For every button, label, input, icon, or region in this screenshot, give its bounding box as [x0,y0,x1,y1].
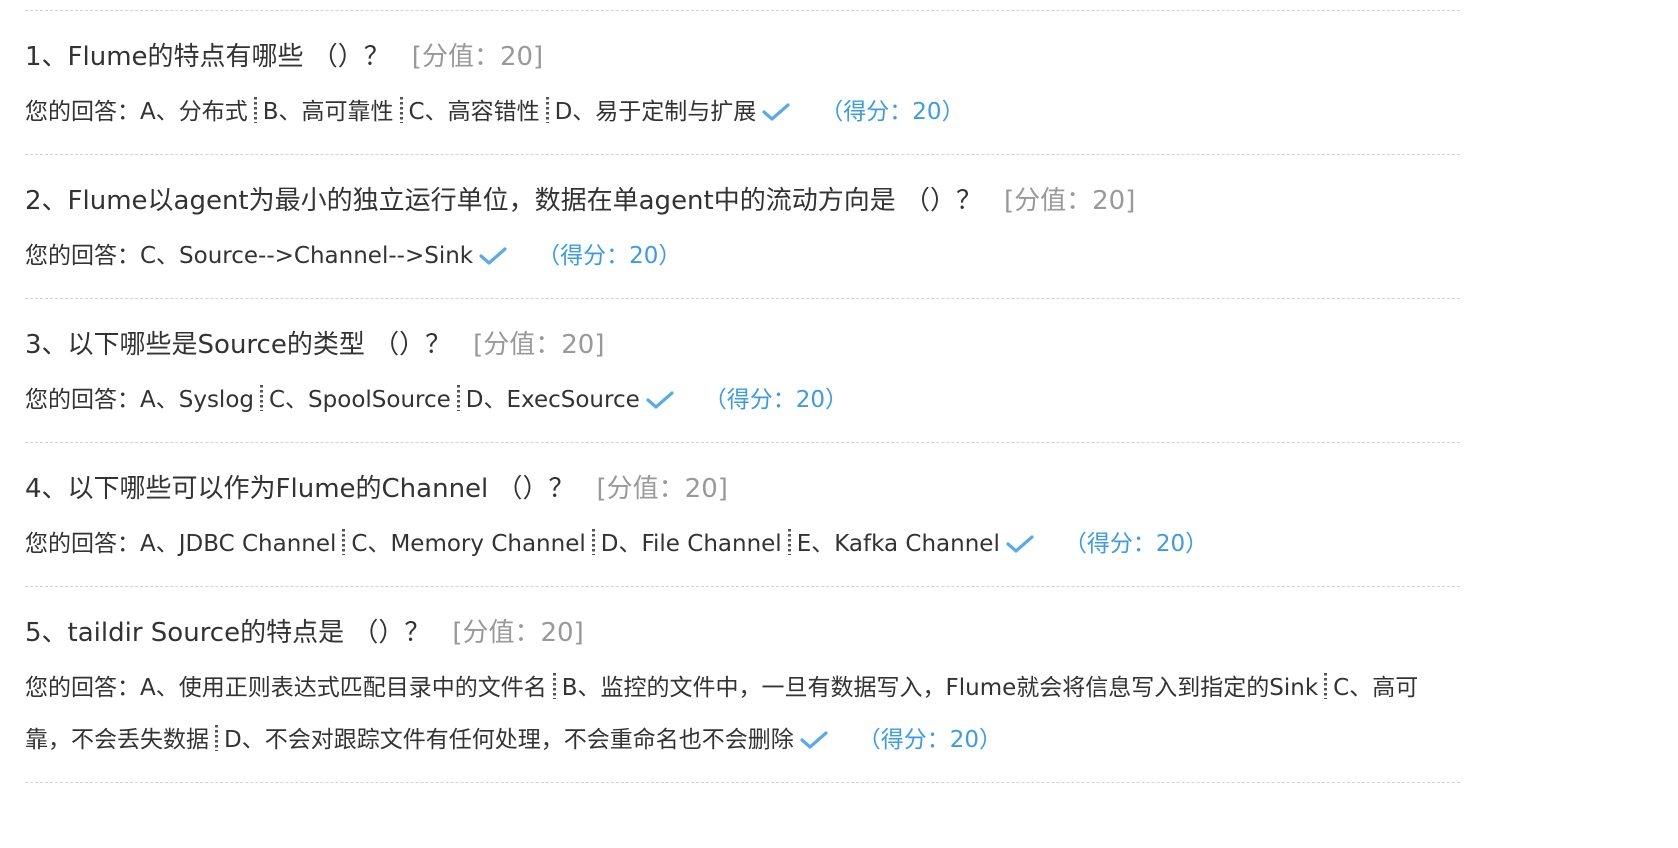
answer-line: 您的回答：A、Syslog C、SpoolSource D、ExecSource （得… [25,374,1460,426]
check-icon [1006,535,1034,553]
answer-option: A、JDBC Channel [140,531,337,557]
question-title: 3、以下哪些是Source的类型 （）？ [分值：20] [25,328,604,362]
option-separator [456,385,460,411]
option-separator [260,385,263,411]
divider [25,782,1460,783]
option-separator [787,529,791,555]
check-icon [762,103,790,121]
score-badge: （得分：20） [1063,531,1209,557]
answer-option: B、监控的文件中，一旦有数据写入，Flume就会将信息写入到指定的Sink [561,675,1319,701]
option-separator [253,97,257,123]
answer-prefix: 您的回答： [25,531,140,557]
answer-prefix: 您的回答： [25,243,140,269]
option-separator [591,529,595,555]
question-title: 1、Flume的特点有哪些 （）？ [分值：20] [25,40,543,74]
answer-line: 您的回答：A、分布式 B、高可靠性 C、高容错性 D、易于定制与扩展 （得分：20） [25,86,1460,138]
question-title: 4、以下哪些可以作为Flume的Channel （）？ [分值：20] [25,472,728,506]
answer-option: D、ExecSource [465,387,640,413]
question-text: 5、taildir Source的特点是 （）？ [25,618,431,648]
answer-prefix: 您的回答： [25,99,140,125]
divider [25,586,1460,587]
answer-prefix: 您的回答： [25,387,140,413]
option-separator [399,97,403,123]
answer-option: B、高可靠性 [262,99,394,125]
answer-option: E、Kafka Channel [796,531,1000,557]
answer-option: D、易于定制与扩展 [554,99,757,125]
point-value: [分值：20] [411,42,544,72]
point-value: [分值：20] [473,330,605,360]
divider [25,442,1460,443]
answer-option: A、分布式 [140,99,248,125]
point-value: [分值：20] [1004,186,1136,216]
question-text: 3、以下哪些是Source的类型 （）？ [25,330,452,360]
answer-option: D、不会对跟踪文件有任何处理，不会重命名也不会删除 [224,727,794,753]
point-value: [分值：20] [452,618,584,648]
point-value: [分值：20] [596,474,728,504]
answer-option: C、Memory Channel [351,531,586,557]
option-separator [552,673,556,699]
answer-line: 您的回答：A、JDBC Channel C、Memory Channel D、Fil… [25,518,1460,570]
answer-option: A、使用正则表达式匹配目录中的文件名 [140,675,547,701]
answer-line: 您的回答：C、Source-->Channel-->Sink （得分：20） [25,230,1460,282]
check-icon [800,731,828,749]
answer-option: C、SpoolSource [269,387,451,413]
option-separator [545,97,549,123]
answer-option: D、File Channel [600,531,782,557]
option-separator [1324,673,1328,699]
score-badge: （得分：20） [857,727,1002,753]
question-title: 5、taildir Source的特点是 （）？ [分值：20] [25,616,584,650]
answer-option: C、高容错性 [408,99,540,125]
check-icon [479,247,507,265]
divider [25,298,1460,299]
score-badge: （得分：20） [820,99,965,125]
answer-option: A、Syslog [140,387,254,413]
divider [25,10,1460,11]
question-text: 4、以下哪些可以作为Flume的Channel （）？ [25,474,575,504]
answer-option: C、Source-->Channel-->Sink [140,243,474,269]
check-icon [646,391,674,409]
question-text: 1、Flume的特点有哪些 （）？ [25,42,390,72]
answer-line: 您的回答：A、使用正则表达式匹配目录中的文件名 B、监控的文件中，一旦有数据写入，… [25,662,1460,766]
option-separator [342,529,346,555]
question-title: 2、Flume以agent为最小的独立运行单位，数据在单agent中的流动方向是… [25,184,1135,218]
question-text: 2、Flume以agent为最小的独立运行单位，数据在单agent中的流动方向是… [25,186,982,216]
divider [25,154,1460,155]
score-badge: （得分：20） [703,387,849,413]
answer-prefix: 您的回答： [25,675,140,701]
score-badge: （得分：20） [537,243,682,269]
option-separator [215,725,218,751]
